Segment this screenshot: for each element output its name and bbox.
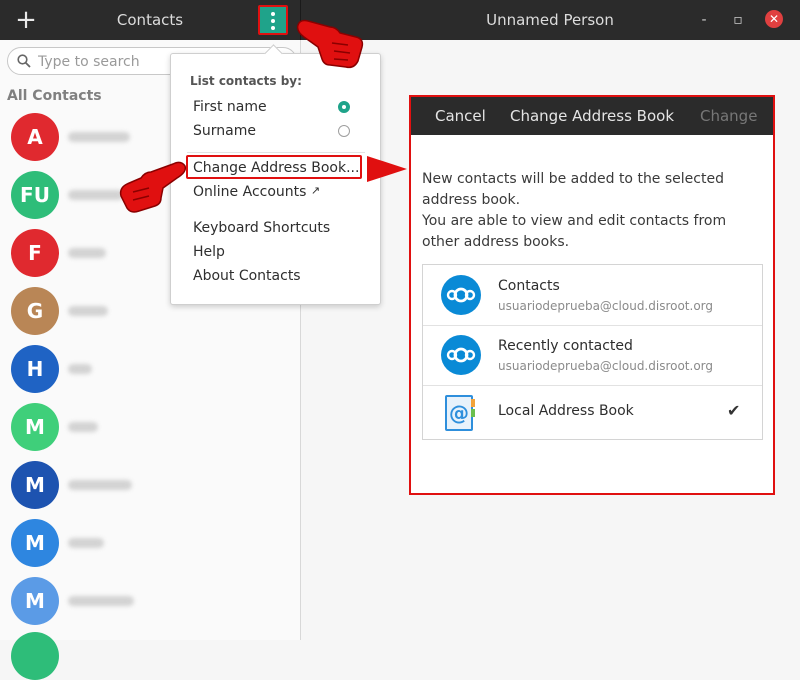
blurred-contact-name — [68, 248, 106, 258]
change-button[interactable]: Change — [700, 107, 757, 125]
add-contact-button[interactable]: + — [10, 4, 42, 36]
header-bar: + Contacts Unnamed Person - ▫ ✕ — [0, 0, 800, 40]
contact-row[interactable]: H — [0, 340, 300, 398]
address-book-icon: @ — [443, 393, 477, 437]
online-accounts-label: Online Accounts — [193, 184, 307, 200]
address-book-name: Local Address Book — [498, 403, 634, 419]
contact-row[interactable]: M — [0, 572, 300, 630]
address-book-row-selected[interactable]: @ Local Address Book ✔ — [423, 386, 762, 440]
blurred-contact-name — [68, 538, 104, 548]
nextcloud-icon — [441, 335, 481, 375]
annotation-highlight-box — [186, 155, 362, 179]
sort-heading: List contacts by: — [190, 74, 302, 88]
address-book-account: usuariodeprueba@cloud.disroot.org — [498, 299, 714, 313]
avatar: F — [11, 229, 59, 277]
avatar: M — [11, 519, 59, 567]
avatar: A — [11, 113, 59, 161]
avatar: FU — [11, 171, 59, 219]
contact-row[interactable]: M — [0, 514, 300, 572]
avatar: G — [11, 287, 59, 335]
maximize-button[interactable]: ▫ — [728, 10, 748, 30]
blurred-contact-name — [68, 422, 98, 432]
annotation-arrow-icon — [367, 156, 407, 182]
avatar: M — [11, 461, 59, 509]
avatar: M — [11, 577, 59, 625]
menu-separator — [187, 152, 365, 153]
online-accounts-item[interactable]: Online Accounts ↗ — [193, 184, 320, 200]
avatar-partial — [11, 632, 59, 680]
blurred-contact-name — [68, 480, 132, 490]
checkmark-icon: ✔ — [727, 401, 741, 420]
all-contacts-heading: All Contacts — [7, 88, 102, 104]
keyboard-shortcuts-item[interactable]: Keyboard Shortcuts — [193, 220, 330, 236]
address-book-row[interactable]: Recently contacted usuariodeprueba@cloud… — [423, 325, 762, 386]
about-item[interactable]: About Contacts — [193, 268, 301, 284]
avatar: H — [11, 345, 59, 393]
svg-text:@: @ — [449, 401, 469, 425]
blurred-contact-name — [68, 132, 130, 142]
main-menu-popover: List contacts by: First name Surname Cha… — [170, 53, 381, 305]
address-book-list: Contacts usuariodeprueba@cloud.disroot.o… — [422, 264, 763, 440]
external-link-icon: ↗ — [310, 184, 321, 197]
first-name-radio[interactable] — [338, 101, 350, 113]
address-book-account: usuariodeprueba@cloud.disroot.org — [498, 359, 714, 373]
surname-radio[interactable] — [338, 125, 350, 137]
window-title-right: Unnamed Person — [486, 11, 614, 29]
minimize-button[interactable]: - — [694, 10, 714, 30]
contact-row[interactable]: M — [0, 398, 300, 456]
dialog-header: Change Address Book Cancel Change — [411, 97, 773, 135]
window-title-left: Contacts — [116, 11, 184, 29]
contact-row[interactable]: M — [0, 456, 300, 514]
pointing-hand-icon — [119, 161, 187, 213]
search-icon — [17, 54, 31, 68]
blurred-contact-name — [68, 306, 108, 316]
address-book-name: Recently contacted — [498, 338, 633, 354]
change-address-book-dialog: Change Address Book Cancel Change New co… — [409, 95, 775, 495]
main-menu-button[interactable] — [258, 5, 288, 35]
blurred-contact-name — [68, 596, 134, 606]
dialog-description: New contacts will be added to the select… — [422, 169, 752, 253]
blurred-contact-name — [68, 364, 92, 374]
help-item[interactable]: Help — [193, 244, 225, 260]
address-book-name: Contacts — [498, 278, 560, 294]
sort-surname-item[interactable]: Surname — [193, 123, 256, 139]
address-book-row[interactable]: Contacts usuariodeprueba@cloud.disroot.o… — [423, 265, 762, 326]
dialog-description-line1: New contacts will be added to the select… — [422, 171, 724, 208]
sort-first-name-item[interactable]: First name — [193, 99, 267, 115]
close-button[interactable]: ✕ — [765, 10, 783, 28]
avatar: M — [11, 403, 59, 451]
dialog-description-line2: You are able to view and edit contacts f… — [422, 213, 727, 250]
cancel-button[interactable]: Cancel — [435, 107, 486, 125]
pointing-hand-icon — [296, 19, 364, 69]
nextcloud-icon — [441, 275, 481, 315]
vertical-dots-icon — [271, 12, 275, 30]
